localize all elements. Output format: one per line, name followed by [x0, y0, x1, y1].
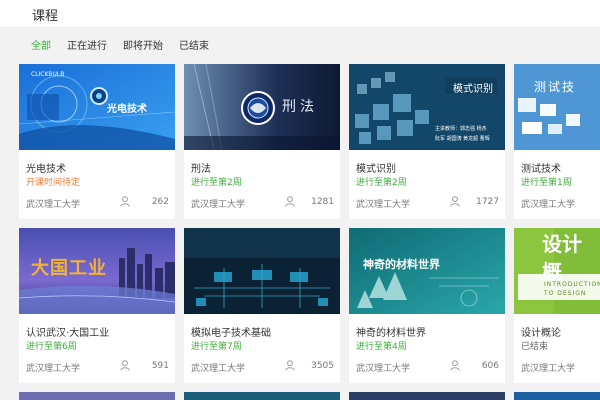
course-card-partial[interactable] [184, 392, 340, 400]
student-count: 606 [481, 361, 499, 371]
user-icon [285, 196, 295, 207]
school-name: 武汉理工大学 [356, 200, 411, 210]
course-thumbnail[interactable] [184, 228, 340, 314]
school-name: 武汉理工大学 [191, 200, 246, 210]
course-footer: 武汉理工大学 591 [19, 353, 175, 383]
course-thumbnail[interactable]: 神奇的材料世界 [349, 228, 505, 314]
student-count: 1727 [476, 197, 499, 207]
thumbnail-subtitle: INTRODUCTION TO DESIGN [544, 281, 600, 297]
optics-lens-icon: CLICKBULB [19, 64, 175, 150]
thumbnail-title: 光电技术 [107, 104, 147, 115]
course-thumbnail[interactable]: 测试技 [514, 64, 600, 150]
course-card[interactable]: 刑法 刑法 进行至第2周 武汉理工大学 1281 [184, 64, 340, 219]
course-status: 进行至第2周 [356, 178, 407, 188]
course-card[interactable]: 神奇的材料世界 神奇的材料世界 进行至第4周 武汉理工大学 606 [349, 228, 505, 383]
course-card[interactable]: 模拟电子技术基础 进行至第7周 武汉理工大学 3505 [184, 228, 340, 383]
course-name[interactable]: 光电技术 [26, 160, 66, 175]
course-name[interactable]: 测试技术 [521, 160, 561, 175]
filter-all[interactable]: 全部 [31, 37, 51, 52]
thumbnail-subtitle: 主讲教师：郭志强 杨杰 [435, 126, 487, 132]
course-footer: 武汉理工大学 262 [19, 189, 175, 219]
course-name[interactable]: 神奇的材料世界 [356, 324, 426, 339]
course-card-partial[interactable] [349, 392, 505, 400]
course-status: 已结束 [521, 342, 549, 352]
page-header: 课程 [0, 0, 600, 28]
user-icon [285, 360, 295, 371]
course-name[interactable]: 模式识别 [356, 160, 396, 175]
student-count: 1281 [311, 197, 334, 207]
school-name: 武汉理工大学 [26, 364, 81, 374]
course-card[interactable]: 设计概 INTRODUCTION TO DESIGN 设计概论 已结束 武汉理工… [514, 228, 600, 383]
course-card-partial[interactable] [514, 392, 600, 400]
course-status: 进行至第2周 [191, 178, 242, 188]
filter-upcoming[interactable]: 即将开始 [123, 37, 163, 52]
course-status: 进行至第4周 [356, 342, 407, 352]
course-status: 进行至第1周 [521, 178, 572, 188]
course-thumbnail[interactable]: 大国工业 [19, 228, 175, 314]
user-icon [120, 196, 130, 207]
course-status: 进行至第7周 [191, 342, 242, 352]
thumbnail-subtitle-2: 阮军 胡国涛 黄龙超 曹辉 [435, 136, 490, 142]
thumbnail-title: 模式识别 [453, 84, 493, 95]
course-card-partial[interactable] [19, 392, 175, 400]
student-count: 262 [151, 197, 169, 207]
school-name: 武汉理工大学 [356, 364, 411, 374]
course-footer: 武汉理工大学 606 [349, 353, 505, 383]
thumbnail-title: 刑法 [282, 99, 318, 115]
filter-ended[interactable]: 已结束 [179, 37, 209, 52]
course-thumbnail[interactable]: 设计概 INTRODUCTION TO DESIGN [514, 228, 600, 314]
course-name[interactable]: 设计概论 [521, 324, 561, 339]
course-name[interactable]: 模拟电子技术基础 [191, 324, 271, 339]
course-thumbnail[interactable]: 刑法 [184, 64, 340, 150]
svg-text:CLICKBULB: CLICKBULB [31, 71, 64, 78]
circuit-board-icon [184, 228, 340, 314]
course-card[interactable]: 模式识别 主讲教师：郭志强 杨杰 阮军 胡国涛 黄龙超 曹辉 模式识别 进行至第… [349, 64, 505, 219]
school-name: 武汉理工大学 [521, 364, 576, 374]
student-count: 591 [151, 361, 169, 371]
user-icon [120, 360, 130, 371]
course-status: 开课时间待定 [26, 178, 81, 188]
course-footer: 武汉理工大学 [514, 189, 600, 219]
course-name[interactable]: 认识武汉·大国工业 [26, 324, 109, 339]
course-footer: 武汉理工大学 3505 [184, 353, 340, 383]
course-footer: 武汉理工大学 1727 [349, 189, 505, 219]
course-name[interactable]: 刑法 [191, 160, 211, 175]
page-title: 课程 [32, 9, 59, 24]
user-icon [450, 360, 460, 371]
school-name: 武汉理工大学 [191, 364, 246, 374]
course-card[interactable]: 大国工业 认识武汉·大国工业 进行至第6周 武汉理工大学 591 [19, 228, 175, 383]
filter-ongoing[interactable]: 正在进行 [67, 37, 107, 52]
thumbnail-title: 大国工业 [31, 258, 107, 279]
circuit-icon [514, 64, 600, 150]
thumbnail-title: 神奇的材料世界 [363, 258, 440, 271]
course-footer: 武汉理工大学 1281 [184, 189, 340, 219]
thumbnail-title: 测试技 [534, 80, 577, 94]
course-thumbnail[interactable]: CLICKBULB 光电技术 [19, 64, 175, 150]
course-card[interactable]: 测试技 测试技术 进行至第1周 武汉理工大学 [514, 64, 600, 219]
user-icon [450, 196, 460, 207]
thumbnail-title: 设计概 [542, 232, 582, 284]
course-status: 进行至第6周 [26, 342, 77, 352]
course-footer: 武汉理工大学 [514, 353, 600, 383]
school-name: 武汉理工大学 [26, 200, 81, 210]
status-filter-tabs: 全部 正在进行 即将开始 已结束 [31, 37, 225, 52]
school-name: 武汉理工大学 [521, 200, 576, 210]
course-card[interactable]: CLICKBULB 光电技术 光电技术 开课时间待定 武汉理工大学 262 [19, 64, 175, 219]
course-thumbnail[interactable]: 模式识别 主讲教师：郭志强 杨杰 阮军 胡国涛 黄龙超 曹辉 [349, 64, 505, 150]
student-count: 3505 [311, 361, 334, 371]
